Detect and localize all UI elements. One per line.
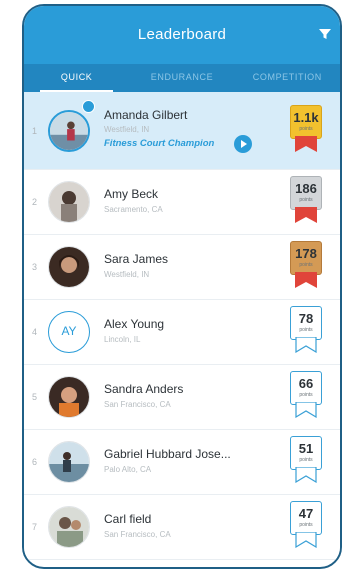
- points-label: points: [299, 125, 313, 132]
- player-name: Amy Beck: [104, 187, 159, 201]
- player-name: Sandra Anders: [104, 382, 184, 396]
- leaderboard-row[interactable]: 3 Sara James Westfield, IN 178 points: [24, 235, 340, 300]
- ribbon-icon: [295, 467, 317, 483]
- player-name: Amanda Gilbert: [104, 108, 188, 122]
- leaderboard-row[interactable]: 1 Amanda Gilbert Westfield, IN Fitness C…: [24, 92, 340, 170]
- tab-endurance[interactable]: ENDURANCE: [129, 64, 234, 92]
- player-name: Gabriel Hubbard Jose...: [104, 447, 231, 461]
- play-icon[interactable]: [234, 135, 252, 153]
- player-name: Carl field: [104, 512, 152, 526]
- player-location: Westfield, IN: [104, 270, 150, 279]
- avatar: [48, 246, 90, 288]
- points-badge: 186 points: [290, 176, 322, 228]
- filter-icon[interactable]: [318, 27, 332, 41]
- points-label: points: [299, 522, 313, 528]
- player-location: Westfield, IN: [104, 125, 150, 134]
- ribbon-icon: [295, 272, 317, 288]
- player-location: Lincoln, IL: [104, 335, 141, 344]
- player-location: Sacramento, CA: [104, 205, 163, 214]
- player-name: Sara James: [104, 252, 169, 266]
- points-value: 78: [298, 311, 314, 326]
- leaderboard-list: 1 Amanda Gilbert Westfield, IN Fitness C…: [24, 92, 340, 560]
- points-value: 178: [295, 246, 317, 261]
- points-label: points: [299, 327, 313, 333]
- player-location: San Francisco, CA: [104, 530, 171, 539]
- player-name: Alex Young: [104, 317, 165, 331]
- avatar: [48, 441, 90, 483]
- app-header: Leaderboard: [24, 6, 340, 64]
- player-location: San Francisco, CA: [104, 400, 171, 409]
- points-value: 186: [295, 181, 317, 196]
- leaderboard-row[interactable]: 5 Sandra Anders San Francisco, CA 66 poin…: [24, 365, 340, 430]
- ribbon-icon: [295, 532, 317, 548]
- points-badge: 47 points: [290, 501, 322, 553]
- points-label: points: [299, 457, 313, 463]
- page-title: Leaderboard: [137, 26, 227, 43]
- points-label: points: [299, 197, 313, 203]
- champion-label[interactable]: Fitness Court Champion: [104, 138, 214, 149]
- avatar-initials: AY: [48, 311, 90, 353]
- ribbon-icon: [295, 337, 317, 353]
- tab-quick[interactable]: QUICK: [24, 64, 129, 92]
- avatar: [48, 506, 90, 548]
- tab-bar: QUICK ENDURANCE COMPETITION: [24, 64, 340, 92]
- points-value: 47: [298, 506, 314, 521]
- ribbon-icon: [295, 135, 317, 152]
- points-label: points: [299, 392, 313, 398]
- avatar: [48, 181, 90, 223]
- points-badge: 66 points: [290, 371, 322, 423]
- points-badge: 78 points: [290, 306, 322, 358]
- tab-competition[interactable]: COMPETITION: [235, 64, 340, 92]
- leaderboard-row[interactable]: 4 AY Alex Young Lincoln, IL 78 points: [24, 300, 340, 365]
- rank-number: 4: [32, 327, 38, 337]
- leaderboard-row[interactable]: 6 Gabriel Hubbard Jose... Palo Alto, CA …: [24, 430, 340, 495]
- avatar: [48, 376, 90, 418]
- player-location: Palo Alto, CA: [104, 465, 152, 474]
- ribbon-icon: [295, 402, 317, 418]
- leaderboard-row[interactable]: 7 Carl field San Francisco, CA 47 points: [24, 495, 340, 560]
- champion-star-icon: [82, 100, 95, 113]
- rank-number: 6: [32, 457, 38, 467]
- ribbon-icon: [295, 207, 317, 223]
- leaderboard-row[interactable]: 2 Amy Beck Sacramento, CA 186 points: [24, 170, 340, 235]
- points-badge: 178 points: [290, 241, 322, 293]
- avatar: [48, 109, 90, 152]
- points-value: 66: [298, 376, 314, 391]
- phone-frame: Leaderboard QUICK ENDURANCE COMPETITION …: [22, 4, 342, 569]
- points-badge: 1.1k points: [290, 104, 322, 157]
- rank-number: 2: [32, 197, 38, 207]
- points-label: points: [299, 262, 313, 268]
- points-badge: 51 points: [290, 436, 322, 488]
- rank-number: 7: [32, 522, 38, 532]
- rank-number: 1: [32, 125, 38, 136]
- points-value: 1.1k: [293, 109, 319, 125]
- points-value: 51: [298, 441, 314, 456]
- rank-number: 5: [32, 392, 38, 402]
- rank-number: 3: [32, 262, 38, 272]
